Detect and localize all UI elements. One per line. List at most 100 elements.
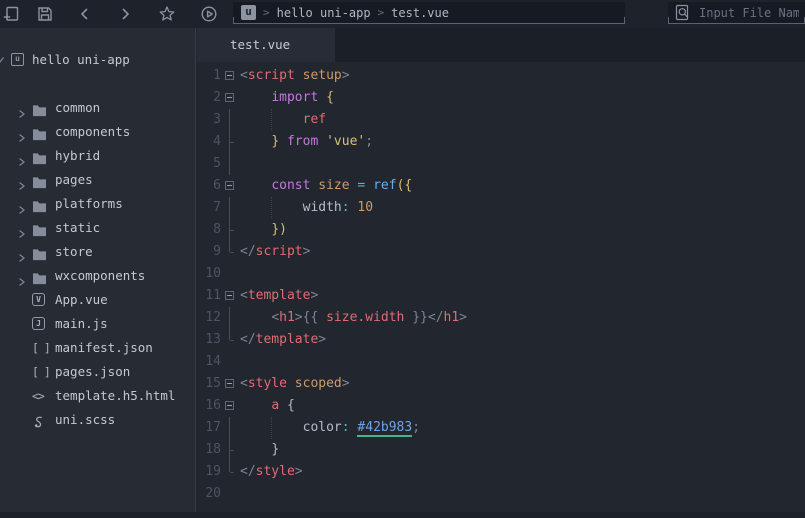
code-line-7[interactable]: 7 width: 10 <box>197 197 805 219</box>
tree-item-label: common <box>55 96 100 120</box>
code-line-13[interactable]: 13</template> <box>197 329 805 351</box>
fold-marker-icon[interactable] <box>223 373 237 395</box>
code-line-15[interactable]: 15<style scoped> <box>197 373 805 395</box>
code-line-11[interactable]: 11<template> <box>197 285 805 307</box>
breadcrumb: u > hello uni-app > test.vue <box>233 2 625 24</box>
search-input[interactable] <box>699 6 799 20</box>
fold-marker-icon[interactable] <box>223 65 237 87</box>
tree-item-label: wxcomponents <box>55 264 145 288</box>
line-number: 6 <box>197 175 221 197</box>
breadcrumb-item-test-vue[interactable]: test.vue <box>391 6 449 20</box>
code-text: }) <box>240 219 287 241</box>
line-number: 1 <box>197 65 221 87</box>
code-text: </style> <box>240 461 303 483</box>
code-text: import { <box>240 87 334 109</box>
tree-item-label: hybrid <box>55 144 100 168</box>
tree-item-main-js[interactable]: Jmain.js <box>0 312 195 336</box>
line-number: 9 <box>197 241 221 263</box>
code-text: width: 10 <box>240 197 373 219</box>
breadcrumb-separator-icon: > <box>263 6 270 19</box>
code-text: const size = ref({ <box>240 175 412 197</box>
line-number: 2 <box>197 87 221 109</box>
fold-marker-icon[interactable] <box>223 395 237 417</box>
code-line-16[interactable]: 16 a { <box>197 395 805 417</box>
chevron-right-icon[interactable] <box>18 103 26 113</box>
fold-scope-line <box>223 307 237 329</box>
code-line-20[interactable]: 20 <box>197 483 805 505</box>
code-line-19[interactable]: 19</style> <box>197 461 805 483</box>
line-number: 8 <box>197 219 221 241</box>
tree-item-wxcomponents[interactable]: wxcomponents <box>0 264 195 288</box>
tree-item-label: platforms <box>55 192 123 216</box>
star-icon[interactable] <box>158 5 176 23</box>
code-line-18[interactable]: 18 } <box>197 439 805 461</box>
chevron-right-icon[interactable] <box>18 151 26 161</box>
new-file-icon[interactable] <box>2 5 20 23</box>
chevron-right-icon[interactable] <box>18 175 26 185</box>
code-line-12[interactable]: 12 <h1>{{ size.width }}</h1> <box>197 307 805 329</box>
tree-item-static[interactable]: static <box>0 216 195 240</box>
chevron-right-icon[interactable] <box>18 199 26 209</box>
code-line-3[interactable]: 3 ref <box>197 109 805 131</box>
tree-item-label: template.h5.html <box>55 384 175 408</box>
html-file-icon: <> <box>32 389 44 403</box>
code-line-2[interactable]: 2 import { <box>197 87 805 109</box>
file-search-box[interactable] <box>668 2 805 24</box>
breadcrumb-item-hello-uni-app[interactable]: hello uni-app <box>277 6 371 20</box>
tree-item-platforms[interactable]: platforms <box>0 192 195 216</box>
uniapp-logo-icon: u <box>241 5 256 20</box>
code-line-10[interactable]: 10 <box>197 263 805 285</box>
chevron-right-icon[interactable] <box>18 127 26 137</box>
tree-item-components[interactable]: components <box>0 120 195 144</box>
code-line-14[interactable]: 14 <box>197 351 805 373</box>
fold-scope-line <box>223 153 237 175</box>
fold-marker-icon[interactable] <box>223 285 237 307</box>
tree-item-app-vue[interactable]: V App.vue <box>0 288 195 312</box>
code-line-9[interactable]: 9</script> <box>197 241 805 263</box>
code-line-6[interactable]: 6 const size = ref({ <box>197 175 805 197</box>
tab-test-vue[interactable]: test.vue <box>197 28 335 62</box>
tab-bar: test.vue <box>197 28 805 62</box>
save-icon[interactable] <box>36 5 54 23</box>
fold-marker-icon[interactable] <box>223 175 237 197</box>
line-number: 16 <box>197 395 221 417</box>
code-line-8[interactable]: 8 }) <box>197 219 805 241</box>
code-line-17[interactable]: 17 color: #42b983; <box>197 417 805 439</box>
fold-gutter <box>223 483 237 505</box>
tree-item-store[interactable]: store <box>0 240 195 264</box>
code-line-1[interactable]: 1<script setup> <box>197 65 805 87</box>
chevron-right-icon[interactable] <box>18 247 26 257</box>
code-text: a { <box>240 395 295 417</box>
js-file-icon: J <box>32 317 45 330</box>
tree-item-template-h5-html[interactable]: <> template.h5.html <box>0 384 195 408</box>
chevron-right-icon[interactable] <box>18 271 26 281</box>
back-icon[interactable] <box>76 5 94 23</box>
tree-item-common[interactable]: common <box>0 96 195 120</box>
chevron-down-icon[interactable] <box>1 56 11 64</box>
fold-scope-line <box>223 197 237 219</box>
code-text: <h1>{{ size.width }}</h1> <box>240 307 467 329</box>
bottom-bar <box>0 512 805 518</box>
vue-file-icon: V <box>32 293 45 306</box>
tree-item-pages[interactable]: pages <box>0 168 195 192</box>
tree-item-hybrid[interactable]: hybrid <box>0 144 195 168</box>
code-line-5[interactable]: 5 <box>197 153 805 175</box>
chevron-right-icon[interactable] <box>18 223 26 233</box>
tree-item-label: main.js <box>55 312 108 336</box>
tree-item-uni-scss[interactable]: uni.scss <box>0 408 195 432</box>
line-number: 12 <box>197 307 221 329</box>
json-file-icon: [ ] <box>32 365 50 379</box>
fold-marker-icon[interactable] <box>223 87 237 109</box>
breadcrumb-separator-icon: > <box>378 6 385 19</box>
tree-item-label: static <box>55 216 100 240</box>
editor-pane: test.vue 1<script setup>2 import {3 ref4… <box>197 28 805 518</box>
forward-icon[interactable] <box>116 5 134 23</box>
tree-item-pages-json[interactable]: [ ]pages.json <box>0 360 195 384</box>
code-area[interactable]: 1<script setup>2 import {3 ref4 } from '… <box>197 65 805 505</box>
code-line-4[interactable]: 4 } from 'vue'; <box>197 131 805 153</box>
tree-item-label: App.vue <box>55 288 108 312</box>
run-icon[interactable] <box>200 5 218 23</box>
tree-item-manifest-json[interactable]: [ ]manifest.json <box>0 336 195 360</box>
fold-scope-line <box>223 439 237 461</box>
tree-root-hello-uni-app[interactable]: u hello uni-app <box>0 48 195 72</box>
